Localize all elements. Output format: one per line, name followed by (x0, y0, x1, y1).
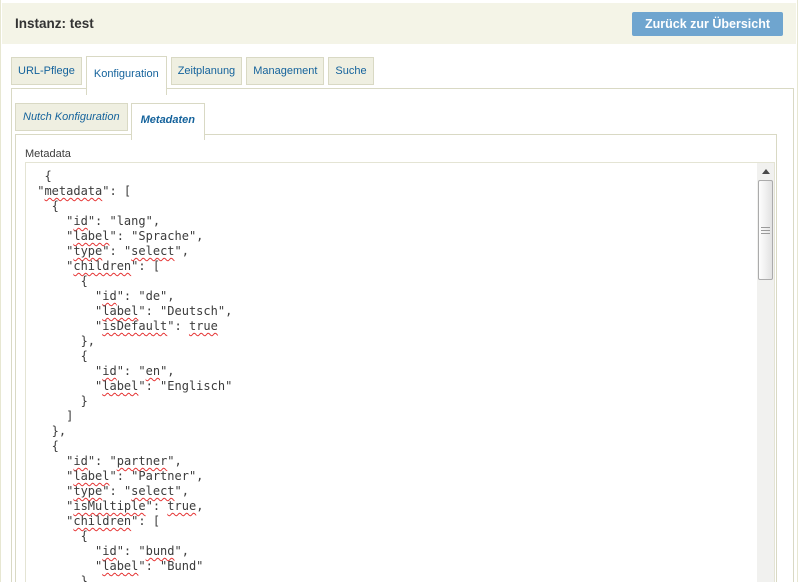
code-line: "type": "select", (30, 484, 755, 499)
back-to-overview-button[interactable]: Zurück zur Übersicht (632, 12, 783, 36)
code-line: "label": "Partner", (30, 469, 755, 484)
code-line: { (30, 439, 755, 454)
header-bar: Instanz: test Zurück zur Übersicht (2, 3, 796, 44)
scrollbar-grip-icon (761, 227, 770, 234)
code-line: "id": "partner", (30, 454, 755, 469)
code-line: { (30, 349, 755, 364)
code-line: }, (30, 334, 755, 349)
code-line: { (30, 274, 755, 289)
code-line: "id": "en", (30, 364, 755, 379)
code-line: }, (30, 574, 755, 582)
code-line: "id": "bund", (30, 544, 755, 559)
tab-konfiguration[interactable]: Konfiguration (86, 56, 167, 95)
metadata-textarea-content[interactable]: { "metadata": [ { "id": "lang", "label":… (26, 163, 757, 582)
tab-url-pflege[interactable]: URL-Pflege (11, 57, 82, 85)
code-line: { (30, 529, 755, 544)
sub-tab-bar: Nutch Konfiguration Metadaten (15, 101, 208, 134)
tab-metadaten[interactable]: Metadaten (131, 103, 205, 140)
code-line: { (30, 169, 755, 184)
metadaten-panel: Metadata { "metadata": [ { "id": "lang",… (15, 134, 777, 582)
tab-zeitplanung[interactable]: Zeitplanung (171, 57, 243, 85)
code-line: "isMultiple": true, (30, 499, 755, 514)
page: Instanz: test Zurück zur Übersicht URL-P… (0, 0, 798, 582)
code-line: }, (30, 424, 755, 439)
code-line: "label": "Sprache", (30, 229, 755, 244)
page-title: Instanz: test (15, 16, 94, 31)
metadata-field-label: Metadata (25, 148, 71, 160)
code-line: "type": "select", (30, 244, 755, 259)
vertical-scrollbar[interactable] (757, 163, 774, 582)
code-line: } (30, 394, 755, 409)
up-arrow-icon (762, 169, 770, 174)
scrollbar-thumb[interactable] (758, 180, 773, 280)
code-line: "metadata": [ (30, 184, 755, 199)
main-tab-bar: URL-Pflege Konfiguration Zeitplanung Man… (11, 50, 378, 88)
code-line: ] (30, 409, 755, 424)
scrollbar-up-button[interactable] (757, 163, 774, 180)
code-line: "label": "Bund" (30, 559, 755, 574)
tab-suche[interactable]: Suche (328, 57, 373, 85)
code-line: "id": "de", (30, 289, 755, 304)
konfiguration-panel: Nutch Konfiguration Metadaten Metadata {… (11, 88, 794, 582)
code-line: "children": [ (30, 514, 755, 529)
code-line: "isDefault": true (30, 319, 755, 334)
code-line: { (30, 199, 755, 214)
code-line: "children": [ (30, 259, 755, 274)
code-line: "label": "Deutsch", (30, 304, 755, 319)
tab-nutch-konfiguration[interactable]: Nutch Konfiguration (15, 103, 128, 131)
code-line: "label": "Englisch" (30, 379, 755, 394)
metadata-textarea[interactable]: { "metadata": [ { "id": "lang", "label":… (25, 162, 775, 582)
code-line: "id": "lang", (30, 214, 755, 229)
tab-management[interactable]: Management (246, 57, 324, 85)
